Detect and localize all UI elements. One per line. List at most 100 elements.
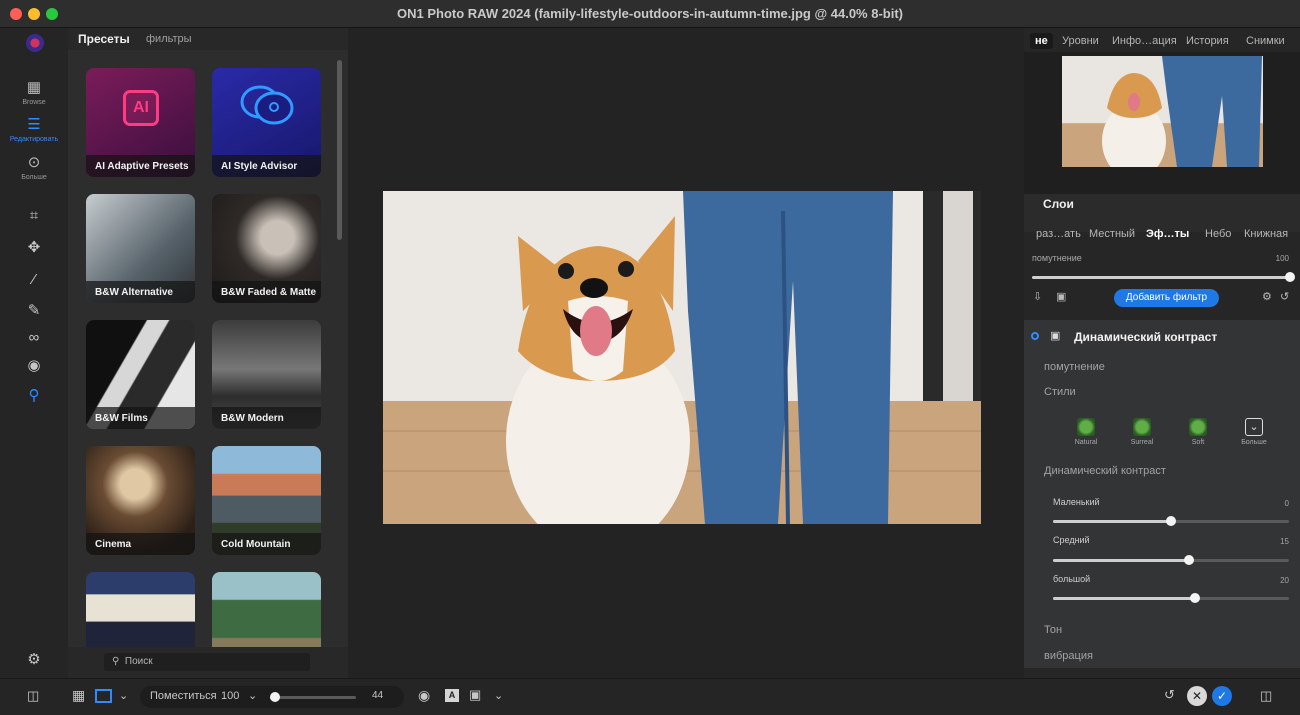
large-contrast-slider[interactable] (1053, 593, 1289, 603)
settings-tool-icon[interactable]: ⚙ (24, 650, 44, 670)
preview-eye-icon[interactable]: ◉ (418, 687, 430, 704)
tab-info[interactable]: Инфо…ация (1112, 35, 1177, 47)
cancel-button[interactable]: ✕ (1187, 686, 1207, 706)
palette-tool-icon[interactable]: ◉ (24, 356, 44, 376)
preset-tile[interactable]: B&W Modern (212, 320, 321, 429)
search-placeholder: Поиск (124, 656, 153, 667)
small-contrast-slider[interactable] (1053, 516, 1289, 526)
tab-history[interactable]: История (1186, 35, 1229, 47)
preset-tile[interactable]: B&W Faded & Matte (212, 194, 321, 303)
style-more-button[interactable]: ⌄ Больше (1238, 418, 1270, 446)
more-label: Больше (21, 174, 47, 181)
tab-navigator[interactable]: не (1030, 33, 1053, 49)
slider-fill (1053, 597, 1195, 600)
toggle-right-panel-icon[interactable]: ◫ (1260, 688, 1272, 704)
module-rail: ▦ Browse ☰ Редактировать ⊙ Больше ⌗ ✥ ⁄ … (0, 28, 68, 678)
retouch-tool-icon[interactable]: ∞ (24, 328, 44, 348)
slider-knob[interactable] (1166, 516, 1176, 526)
tab-effects[interactable]: Эф…ты (1146, 228, 1189, 240)
edit-module-button[interactable]: ☰ Редактировать (0, 116, 68, 144)
single-view-icon[interactable] (95, 689, 112, 703)
preset-tile[interactable]: B&W Films (86, 320, 195, 429)
style-natural-button[interactable]: Natural (1070, 418, 1102, 446)
fit-button[interactable]: Поместиться (150, 690, 217, 702)
view-chevron-down-icon[interactable]: ⌄ (119, 689, 128, 702)
undo-icon[interactable]: ↺ (1164, 687, 1175, 703)
magic-wand-icon[interactable]: ⁄ (24, 270, 44, 290)
slider-knob[interactable] (1183, 555, 1194, 565)
style-soft-button[interactable]: Soft (1182, 418, 1214, 446)
slider-knob[interactable] (270, 692, 281, 702)
filter-opacity-label[interactable]: помутнение (1044, 361, 1105, 373)
contrast-section-label[interactable]: Динамический контраст (1044, 465, 1166, 477)
preset-tile-label: B&W Modern (212, 407, 321, 429)
preset-tile[interactable]: B&W Alternative (86, 194, 195, 303)
reset-icon[interactable]: ↺ (1280, 290, 1289, 303)
grid-view-icon[interactable]: ▦ (72, 687, 85, 704)
preset-tile[interactable]: AI AI Adaptive Presets (86, 68, 195, 177)
apply-button[interactable]: ✓ (1212, 686, 1232, 706)
gear-icon[interactable]: ⚙ (1262, 290, 1272, 303)
slider-knob[interactable] (1285, 272, 1295, 282)
tone-section-label[interactable]: Тон (1044, 624, 1062, 636)
brush-tool-icon[interactable]: ✎ (24, 301, 44, 321)
more-module-button[interactable]: ⊙ Больше (0, 155, 68, 182)
slider-knob[interactable] (1189, 593, 1200, 603)
preset-tile[interactable]: Cold Mountain (212, 446, 321, 555)
mask-view-icon[interactable]: ▣ (469, 687, 481, 703)
filter-mask-icon[interactable]: ▣ (1050, 329, 1060, 342)
styles-label[interactable]: Стили (1044, 386, 1076, 398)
crop-tool-icon[interactable]: ⌗ (24, 206, 44, 226)
style-surreal-button[interactable]: Surreal (1126, 418, 1158, 446)
import-icon[interactable]: ⇩ (1033, 290, 1042, 303)
dynamic-contrast-filter: ▣ Динамический контраст помутнение Стили… (1024, 320, 1300, 668)
zoom-tool-icon[interactable]: ⚲ (24, 386, 44, 406)
slider-value-medium: 15 (1280, 537, 1289, 546)
preset-tile[interactable]: Cinema (86, 446, 195, 555)
on1-logo[interactable] (26, 34, 44, 52)
add-filter-button[interactable]: Добавить фильтр (1114, 289, 1219, 307)
style-swatch-icon (1189, 418, 1207, 436)
chevron-down-icon: ⌄ (1245, 418, 1263, 436)
tab-presets[interactable]: Пресеты (78, 32, 130, 46)
tab-levels[interactable]: Уровни (1062, 35, 1099, 47)
style-swatch-icon (1133, 418, 1151, 436)
preset-tile[interactable]: AI Style Advisor (212, 68, 321, 177)
tab-sky[interactable]: Небо (1205, 228, 1231, 240)
vibrance-section-label[interactable]: вибрация (1044, 650, 1093, 662)
tab-local[interactable]: Местный (1089, 228, 1135, 240)
transform-tool-icon[interactable]: ✥ (24, 238, 44, 258)
preset-tile[interactable] (212, 572, 321, 647)
browse-module-button[interactable]: ▦ Browse (0, 80, 68, 107)
preset-tile-label: B&W Films (86, 407, 195, 429)
tab-filters[interactable]: фильтры (146, 33, 192, 45)
opacity-slider[interactable] (1032, 272, 1295, 282)
opacity-row: помутнение 100 (1024, 250, 1300, 286)
preset-tile[interactable] (86, 572, 195, 647)
mask-chevron-down-icon[interactable]: ⌄ (494, 689, 503, 702)
navigator-preview[interactable] (1024, 52, 1300, 194)
zoom-slider[interactable] (270, 692, 356, 702)
zoom-chevron-down-icon[interactable]: ⌄ (248, 689, 257, 702)
preset-search-input[interactable]: ⚲ Поиск (104, 653, 310, 671)
zoom-controls: Поместиться 100 ⌄ 44 (140, 686, 404, 708)
sliders-icon: ☰ (27, 116, 41, 133)
medium-contrast-slider[interactable] (1053, 555, 1289, 565)
style-label: Soft (1191, 439, 1205, 446)
navigator-thumbnail (1062, 56, 1263, 167)
chat-bubbles-icon (240, 85, 294, 125)
filter-enable-toggle[interactable] (1031, 332, 1039, 340)
mask-icon[interactable]: ▣ (1056, 290, 1066, 303)
zoom-slider-value: 44 (372, 690, 384, 701)
toggle-left-panel-icon[interactable]: ◫ (27, 688, 39, 704)
filter-name[interactable]: Динамический контраст (1074, 330, 1217, 344)
tab-snapshots[interactable]: Снимки (1246, 35, 1285, 47)
presets-panel: Пресеты фильтры AI AI Adaptive Presets A… (68, 28, 348, 678)
tab-develop[interactable]: раз…ать (1036, 228, 1081, 240)
preset-scrollbar[interactable] (337, 60, 342, 240)
zoom-value[interactable]: 100 (221, 690, 239, 702)
text-overlay-icon[interactable]: A (445, 689, 459, 702)
preset-tile-label: Cold Mountain (212, 533, 321, 555)
tab-portrait[interactable]: Книжная (1244, 228, 1288, 240)
image-canvas[interactable] (348, 28, 1024, 678)
